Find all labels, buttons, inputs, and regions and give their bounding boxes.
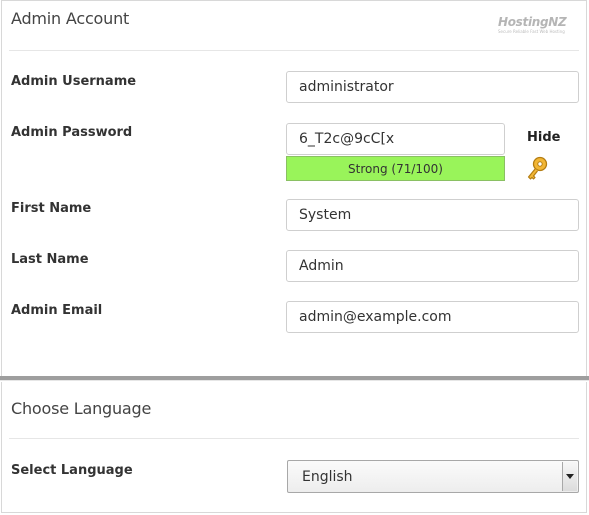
caret-down-icon [566, 474, 574, 479]
section-divider-shadow [0, 380, 589, 381]
hide-password-link[interactable]: Hide [527, 130, 560, 145]
first-name-value: System [299, 207, 352, 223]
language-title-divider [9, 438, 579, 439]
hostingnz-logo: HostingNZ Secure Reliable Fast Web Hosti… [498, 15, 567, 42]
admin-password-label: Admin Password [11, 125, 133, 140]
admin-email-value: admin@example.com [299, 309, 452, 325]
language-select-value: English [302, 468, 353, 485]
logo-tagline: Secure Reliable Fast Web Hosting [498, 29, 565, 34]
admin-email-label: Admin Email [11, 303, 103, 318]
choose-language-title: Choose Language [11, 399, 152, 418]
language-select[interactable]: English [287, 460, 579, 493]
admin-password-value: 6_T2c@9cC[x [299, 131, 395, 147]
last-name-input[interactable]: Admin [286, 250, 579, 282]
admin-username-value: administrator [299, 79, 394, 95]
dropdown-arrow-icon[interactable] [562, 462, 577, 491]
last-name-value: Admin [299, 258, 344, 274]
last-name-label: Last Name [11, 252, 89, 267]
password-strength-text: Strong (71/100) [348, 161, 443, 176]
first-name-input[interactable]: System [286, 199, 579, 231]
key-icon[interactable] [525, 155, 549, 181]
select-language-label: Select Language [11, 463, 133, 478]
admin-email-input[interactable]: admin@example.com [286, 301, 579, 333]
title-divider [9, 50, 579, 51]
first-name-label: First Name [11, 201, 92, 216]
logo-brand: HostingNZ [498, 15, 567, 29]
admin-username-input[interactable]: administrator [286, 71, 579, 103]
password-strength-meter: Strong (71/100) [286, 156, 505, 181]
admin-username-label: Admin Username [11, 74, 137, 89]
admin-account-title: Admin Account [11, 9, 130, 28]
admin-password-input[interactable]: 6_T2c@9cC[x [286, 123, 505, 155]
